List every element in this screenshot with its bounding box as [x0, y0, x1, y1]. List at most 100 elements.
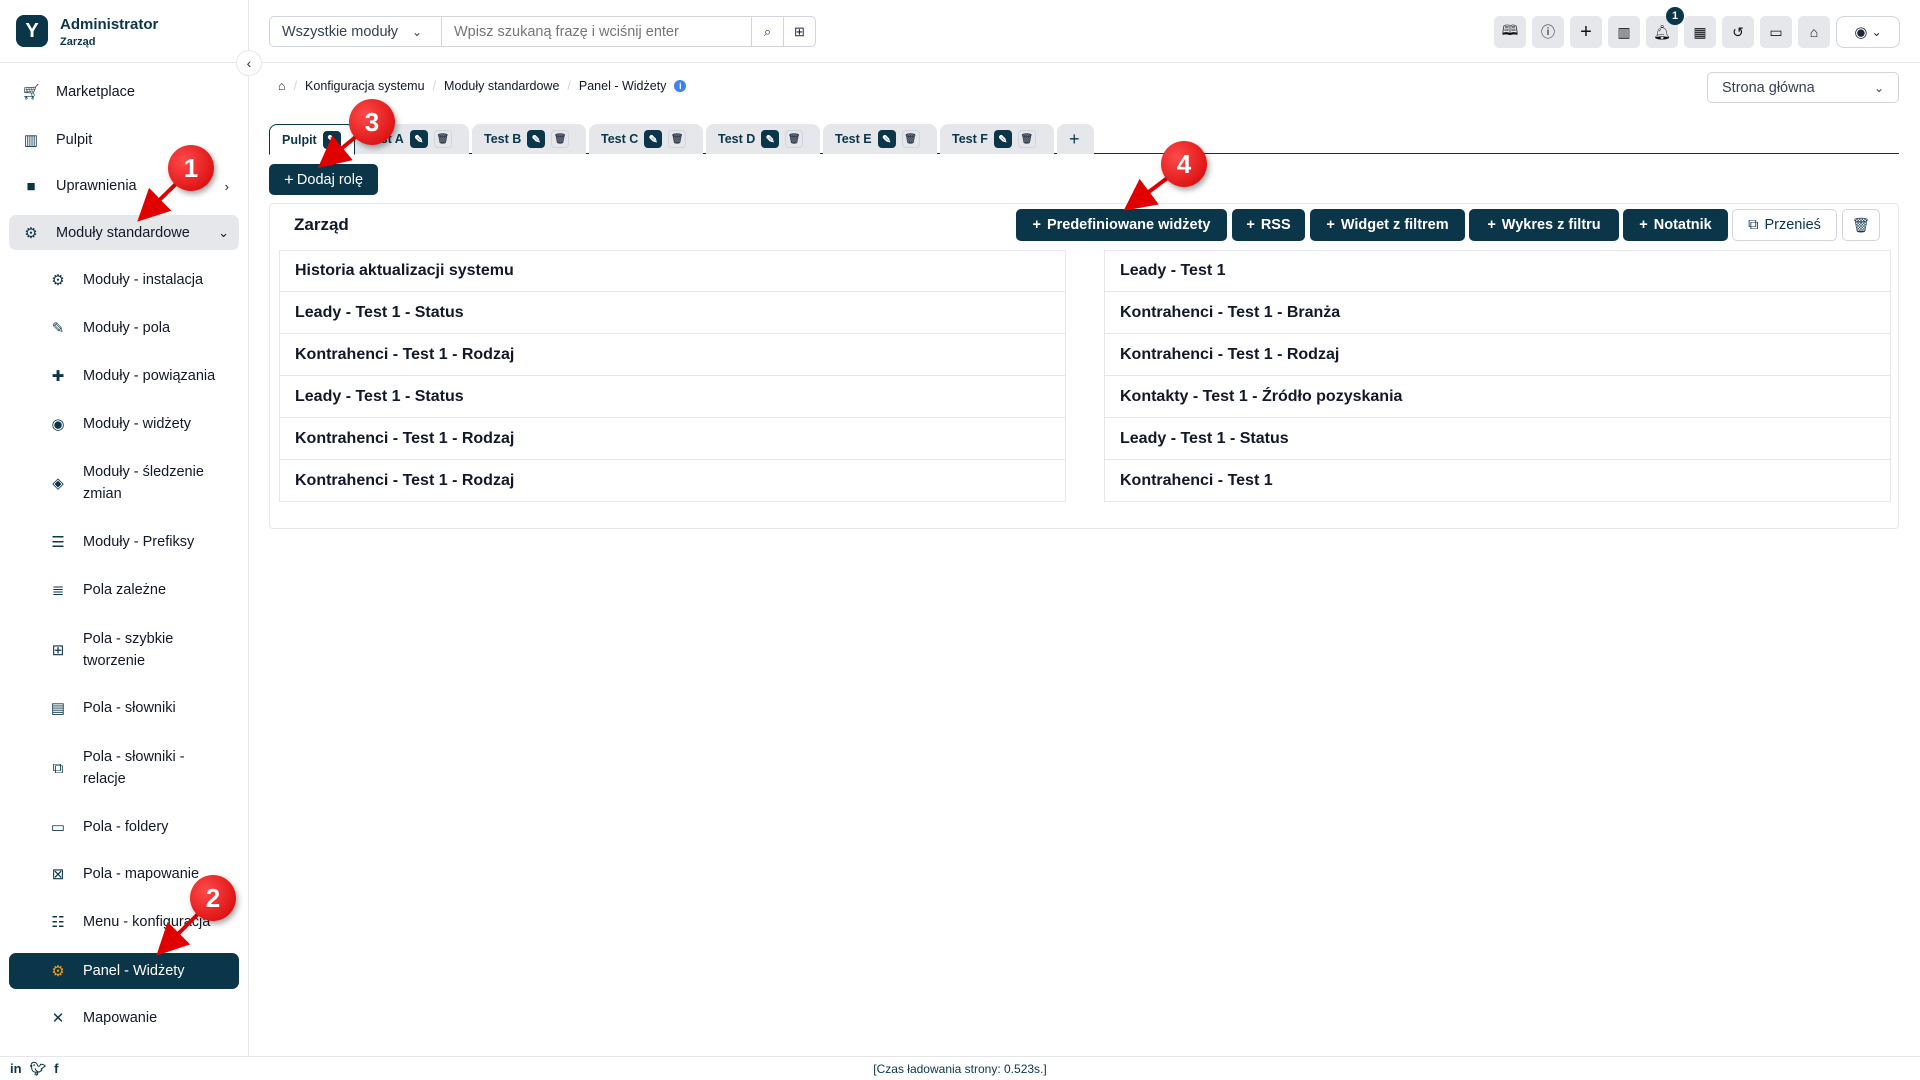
widget-item[interactable]: Kontrahenci - Test 1 - Rodzaj [279, 418, 1066, 460]
edit-icon[interactable]: ✎ [322, 130, 341, 149]
annotation-arrow-4 [1123, 174, 1172, 211]
logo[interactable]: Y [16, 15, 48, 47]
add-tab-button[interactable]: + [1057, 124, 1094, 154]
trash-icon[interactable]: 🗑︎ [433, 130, 452, 148]
widget-item[interactable]: Kontakty - Test 1 - Źródło pozyskania [1104, 376, 1891, 418]
widget-item[interactable]: Leady - Test 1 - Status [279, 376, 1066, 418]
modules-icon: ⚙ [24, 224, 38, 242]
sidebar-item-pola-slowniki[interactable]: ▤ Pola - słowniki [9, 696, 239, 720]
home-button[interactable]: ⌂ [1798, 16, 1830, 48]
sidebar-item-moduly-instalacja[interactable]: ⚙ Moduły - instalacja [9, 268, 239, 292]
widget-filter-button[interactable]: + Widget z filtrem [1310, 209, 1465, 241]
notifications-button[interactable]: 🔔︎ 1 [1646, 7, 1684, 48]
widget-item[interactable]: Kontrahenci - Test 1 - Branża [1104, 292, 1891, 334]
collapse-sidebar-button[interactable]: ‹ [236, 50, 262, 76]
sidebar-item-label: Uprawnienia [56, 178, 137, 194]
trash-icon[interactable]: 🗑︎ [551, 130, 570, 148]
edit-icon[interactable]: ✎ [993, 130, 1012, 148]
library-icon: ▥ [1617, 23, 1631, 40]
video-button[interactable]: ▭ [1760, 16, 1792, 48]
chevron-down-icon: ⌄ [218, 224, 229, 240]
edit-icon[interactable]: ✎ [644, 130, 663, 148]
trash-icon[interactable]: 🗑︎ [785, 130, 804, 148]
widget-item[interactable]: Kontrahenci - Test 1 - Rodzaj [279, 460, 1066, 502]
info-button[interactable]: ⓘ [1532, 16, 1564, 48]
widget-item[interactable]: Kontrahenci - Test 1 [1104, 460, 1891, 502]
user-menu-button[interactable]: ◉ ⌄ [1836, 16, 1900, 48]
sidebar-item-pola-szybkie[interactable]: ⊞ Pola - szybkie tworzenie [9, 627, 239, 673]
edit-icon[interactable]: ✎ [527, 130, 546, 148]
user-name: Administrator [60, 16, 159, 33]
module-select[interactable]: Wszystkie moduły ⌄ [270, 17, 442, 46]
tab-label: Test B [484, 132, 522, 146]
plus-icon: + [1487, 217, 1496, 233]
sidebar-item-panel-widzety[interactable]: ⚙ Panel - Widżety [9, 953, 239, 989]
sidebar-item-moduly-sledzenie[interactable]: ◈ Moduły - śledzenie zmian [9, 460, 239, 506]
sidebar-item-label: Panel - Widżety [83, 963, 185, 979]
library-button[interactable]: ▥ [1608, 16, 1640, 48]
edit-icon[interactable]: ✎ [877, 130, 896, 148]
sidebar-item-moduly-pola[interactable]: ✎ Moduły - pola [9, 316, 239, 340]
tab-test-b[interactable]: Test B ✎ 🗑︎ [472, 124, 586, 154]
tab-test-d[interactable]: Test D ✎ 🗑︎ [706, 124, 820, 154]
widget-item[interactable]: Leady - Test 1 [1104, 250, 1891, 292]
sidebar-item-pola-foldery[interactable]: ▭ Pola - foldery [9, 815, 239, 839]
tab-pulpit[interactable]: Pulpit ✎ [269, 124, 355, 155]
sidebar-item-pola-slowniki-relacje[interactable]: ⧉ Pola - słowniki - relacje [9, 745, 239, 791]
widget-item[interactable]: Leady - Test 1 - Status [279, 292, 1066, 334]
sidebar-item-moduly-prefiksy[interactable]: ☰ Moduły - Prefiksy [9, 530, 239, 554]
info-icon[interactable]: i [674, 80, 687, 92]
calendar-button[interactable]: ▦ [1684, 16, 1716, 48]
info-icon: ⓘ [1541, 24, 1555, 40]
plus-icon: + [1069, 128, 1080, 149]
grid-icon: ⊞ [794, 23, 805, 39]
sidebar-item-pola-zalezne[interactable]: ≣ Pola zależne [9, 578, 239, 602]
add-button[interactable]: + [1570, 16, 1602, 48]
widget-item[interactable]: Leady - Test 1 - Status [1104, 418, 1891, 460]
menu-list-icon: ☷ [51, 914, 65, 931]
sidebar-item-marketplace[interactable]: 🛒︎ Marketplace [9, 80, 239, 104]
notification-badge: 1 [1666, 7, 1684, 25]
widget-item[interactable]: Kontrahenci - Test 1 - Rodzaj [279, 334, 1066, 376]
home-icon[interactable]: ⌂ [278, 79, 286, 93]
widget-item[interactable]: Kontrahenci - Test 1 - Rodzaj [1104, 334, 1891, 376]
search-button[interactable]: ⌕ [751, 17, 783, 46]
tab-test-e[interactable]: Test E ✎ 🗑︎ [823, 124, 937, 154]
page-select[interactable]: Strona główna ⌄ [1707, 72, 1899, 103]
edit-icon[interactable]: ✎ [409, 130, 428, 148]
grid-button[interactable]: ⊞ [783, 17, 815, 46]
breadcrumb-item[interactable]: Moduły standardowe [444, 79, 559, 93]
puzzle-widget-icon: ◉ [51, 416, 65, 433]
rss-button[interactable]: + RSS [1232, 209, 1305, 241]
trash-icon[interactable]: 🗑︎ [901, 130, 920, 148]
breadcrumb-item[interactable]: Konfiguracja systemu [305, 79, 425, 93]
folder-icon: ▭ [50, 819, 66, 836]
sidebar-item-moduly-powiazania[interactable]: ✚ Moduły - powiązania [9, 364, 239, 388]
plus-icon: + [1246, 217, 1255, 233]
add-role-button[interactable]: + Dodaj rolę [269, 164, 378, 195]
chevron-down-icon: ⌄ [412, 24, 423, 39]
move-button[interactable]: ⧉ Przenieś [1732, 209, 1837, 241]
tab-label: Test E [835, 132, 872, 146]
notepad-button[interactable]: + Notatnik [1623, 209, 1728, 241]
tab-test-f[interactable]: Test F ✎ 🗑︎ [940, 124, 1054, 154]
list-prefix-icon: ☰ [51, 534, 65, 551]
tab-test-c[interactable]: Test C ✎ 🗑︎ [589, 124, 703, 154]
search-input[interactable] [442, 17, 751, 46]
edit-icon[interactable]: ✎ [761, 130, 780, 148]
sidebar-item-label: Moduły - instalacja [83, 272, 204, 288]
trash-icon[interactable]: 🗑︎ [1017, 130, 1036, 148]
delete-panel-button[interactable]: 🗑︎ [1842, 209, 1880, 241]
predefined-widgets-button[interactable]: + Predefiniowane widżety [1016, 209, 1227, 241]
widget-item[interactable]: Historia aktualizacji systemu [279, 250, 1066, 292]
trash-icon[interactable]: 🗑︎ [668, 130, 687, 148]
history-button[interactable]: ↺ [1722, 16, 1754, 48]
search-bar: Wszystkie moduły ⌄ ⌕ ⊞ [269, 16, 816, 47]
annotation-marker: 2 [190, 875, 236, 921]
book-button[interactable]: 🕮︎ [1494, 16, 1526, 48]
chart-filter-button[interactable]: + Wykres z filtru [1469, 209, 1619, 241]
sidebar-item-moduly-widzety[interactable]: ◉ Moduły - widżety [9, 412, 239, 436]
tab-label: Test C [601, 132, 639, 146]
sidebar-item-moduly-standardowe[interactable]: ⚙ Moduły standardowe ⌄ [9, 215, 239, 250]
sidebar-item-mapowanie[interactable]: ✕ Mapowanie [9, 1006, 239, 1030]
